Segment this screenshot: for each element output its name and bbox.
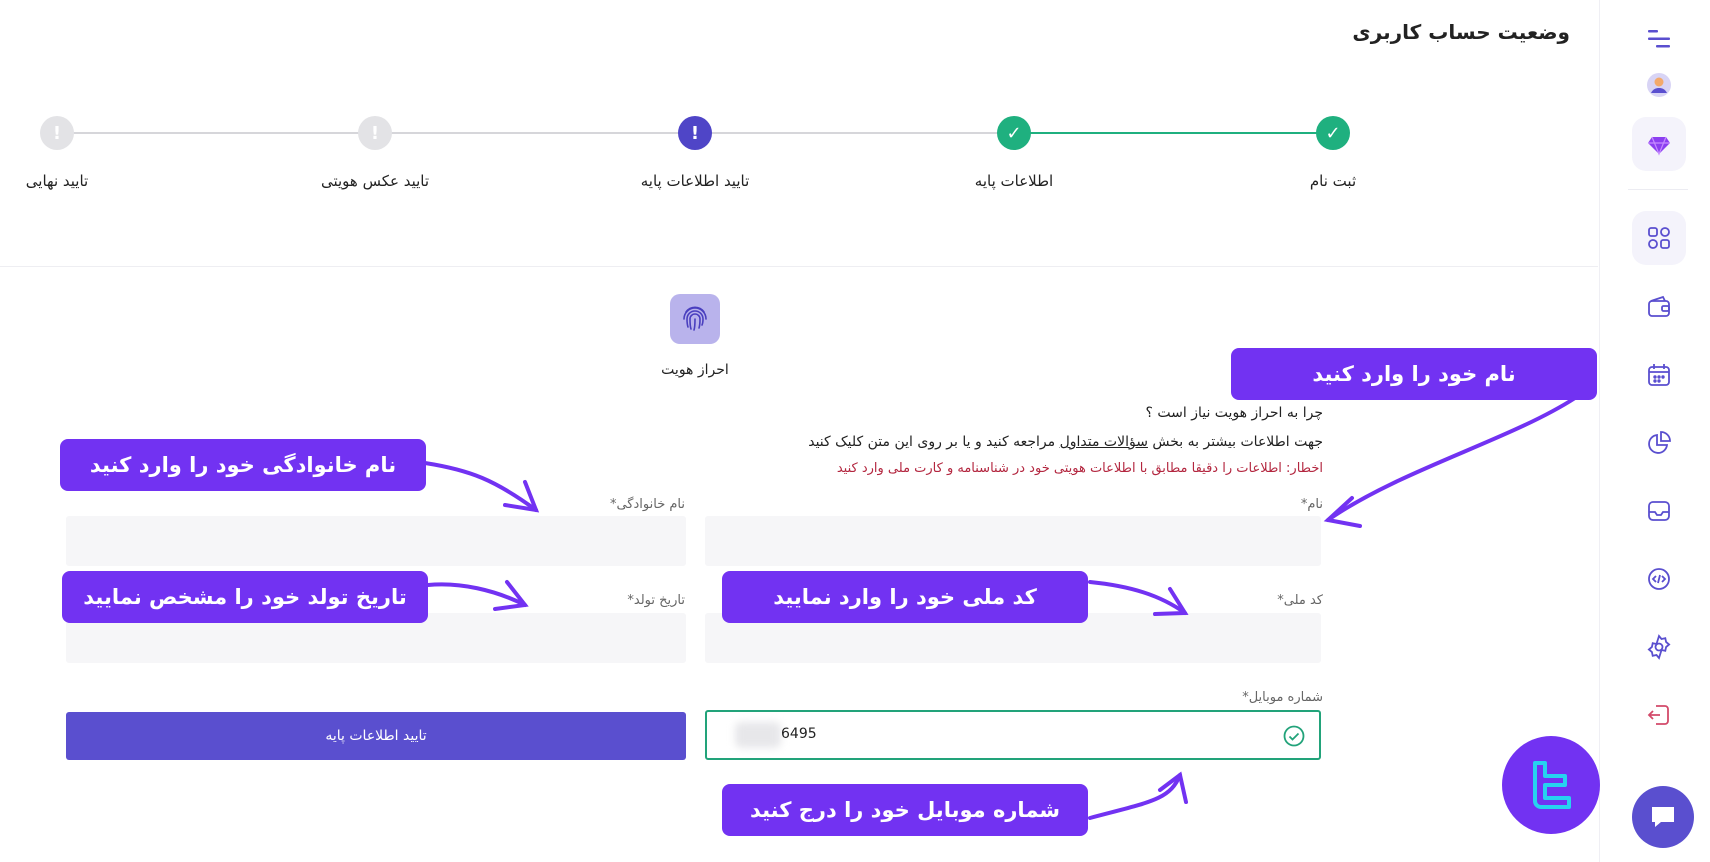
sidebar	[1599, 0, 1710, 862]
chart-icon[interactable]	[1632, 416, 1686, 470]
step-connector-done	[1015, 132, 1333, 134]
calendar-icon[interactable]	[1632, 348, 1686, 402]
submit-basic-info-button[interactable]: تایید اطلاعات پایه	[66, 712, 686, 760]
step-4-alert-icon: !	[358, 116, 392, 150]
last-name-input[interactable]	[66, 516, 686, 566]
mobile-input[interactable]: 6495	[705, 710, 1321, 760]
why-question: چرا به احراز هویت نیاز است ؟	[1145, 405, 1324, 421]
step-1-check-icon: ✓	[1316, 116, 1350, 150]
fingerprint-icon	[670, 294, 720, 344]
step-2-check-icon: ✓	[997, 116, 1031, 150]
chat-button[interactable]	[1632, 786, 1694, 848]
step-label-5: تایید نهایی	[25, 172, 89, 190]
help-text[interactable]: جهت اطلاعات بیشتر به بخش سؤالات متداول م…	[808, 434, 1323, 450]
page-title: وضعیت حساب کاربری	[1352, 20, 1570, 44]
help-suffix: مراجعه کنید و یا بر روی این متن کلیک کنی…	[808, 434, 1060, 450]
callout-birth-date: تاریخ تولد خود را مشخص نمایید	[62, 571, 428, 623]
step-label-2: اطلاعات پایه	[974, 172, 1054, 190]
identity-label: احراز هویت	[661, 362, 729, 378]
last-name-label: نام خانوادگی*	[609, 497, 685, 512]
valid-check-icon	[1283, 725, 1305, 747]
callout-last-name: نام خانوادگی خود را وارد کنید	[60, 439, 426, 491]
settings-icon[interactable]	[1632, 620, 1686, 674]
brand-logo	[1502, 736, 1600, 834]
step-3-alert-icon: !	[678, 116, 712, 150]
dashboard-icon[interactable]	[1632, 211, 1686, 265]
help-prefix: جهت اطلاعات بیشتر به بخش	[1147, 434, 1323, 450]
step-label-1: ثبت نام	[1309, 172, 1357, 190]
chat-icon	[1652, 807, 1674, 827]
callout-national-code: کد ملی خود را وارد نمایید	[722, 571, 1088, 623]
sidebar-divider	[1628, 189, 1688, 190]
first-name-label: نام*	[1300, 497, 1323, 512]
logout-icon[interactable]	[1632, 688, 1686, 742]
mobile-value: 6495	[781, 726, 817, 742]
mobile-label: شماره موبایل*	[1242, 690, 1323, 705]
step-5-alert-icon: !	[40, 116, 74, 150]
avatar[interactable]	[1632, 58, 1686, 112]
wallet-icon[interactable]	[1632, 280, 1686, 334]
warning-text: اخطار: اطلاعات را دقیقا مطابق با اطلاعات…	[836, 461, 1323, 476]
birth-date-label: تاریخ تولد*	[627, 593, 685, 608]
step-connector-pending	[57, 132, 1015, 134]
faq-link[interactable]: سؤالات متداول	[1060, 434, 1148, 450]
section-divider	[0, 266, 1598, 267]
diamond-icon[interactable]	[1632, 117, 1686, 171]
step-label-4: تایید عکس هویتی	[320, 172, 430, 190]
inbox-icon[interactable]	[1632, 484, 1686, 538]
mobile-blurred-digits	[735, 722, 781, 748]
callout-first-name: نام خود را وارد کنید	[1231, 348, 1597, 400]
first-name-input[interactable]	[705, 516, 1321, 566]
step-label-3: تایید اطلاعات پایه	[640, 172, 750, 190]
callout-mobile: شماره موبایل خود را درج کنید	[722, 784, 1088, 836]
national-code-label: کد ملی*	[1277, 593, 1323, 608]
code-icon[interactable]	[1632, 552, 1686, 606]
